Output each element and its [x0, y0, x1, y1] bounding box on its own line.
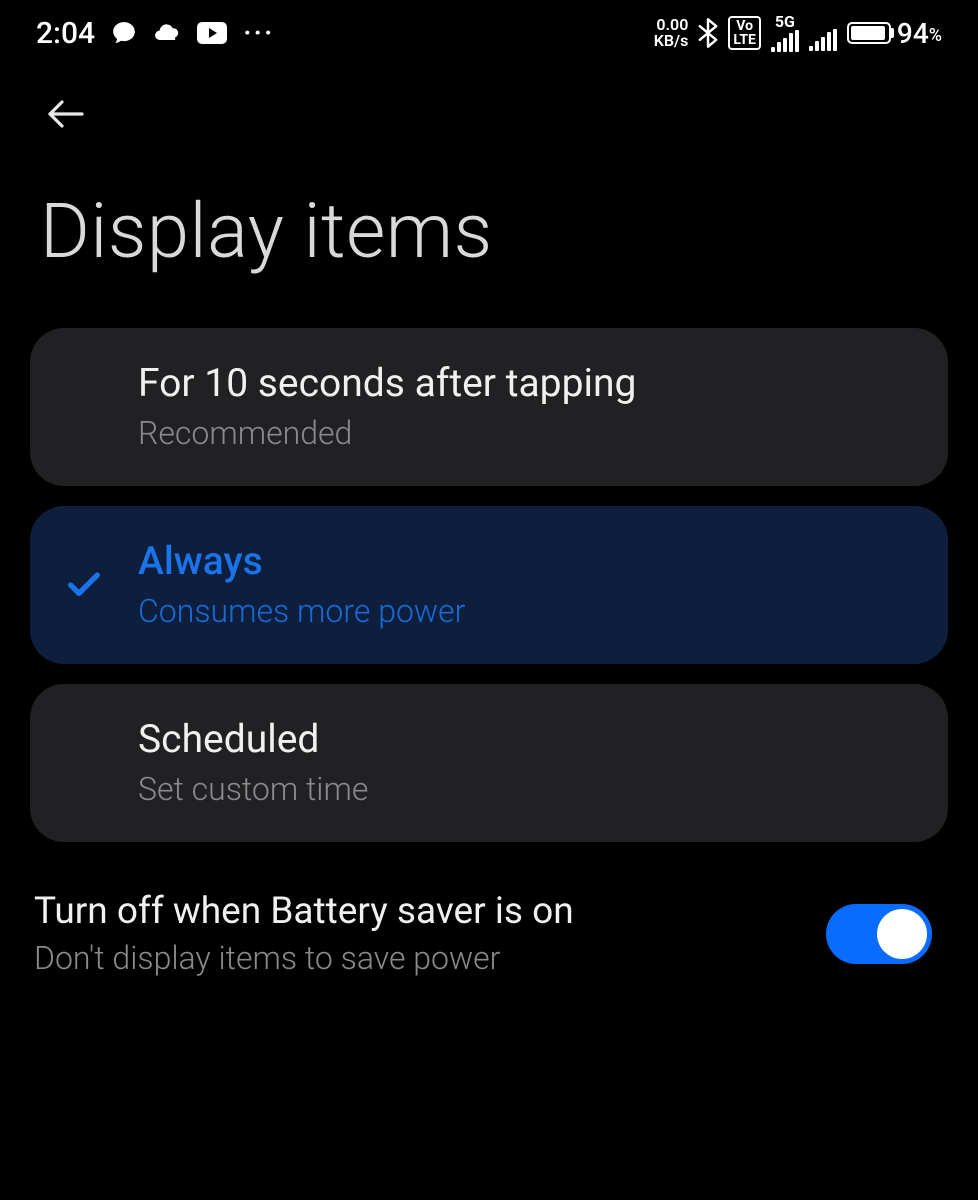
battery-fill — [851, 26, 885, 40]
bluetooth-icon — [698, 18, 718, 48]
arrow-left-icon — [42, 90, 90, 138]
percent-sign: % — [929, 25, 942, 46]
option-subtitle: Recommended — [138, 414, 914, 452]
battery-saver-row: Turn off when Battery saver is on Don't … — [0, 842, 978, 977]
battery-saver-subtitle: Don't display items to save power — [34, 939, 802, 977]
signal-bars-icon — [771, 30, 799, 52]
status-left: 2:04 ··· — [36, 16, 275, 51]
checkmark-icon — [64, 565, 104, 605]
toggle-knob — [877, 909, 927, 959]
page-title: Display items — [0, 144, 978, 328]
page-header — [0, 60, 978, 144]
status-right: 0.00 KB/s Vo LTE 5G 94% — [654, 14, 942, 52]
battery-indicator: 94% — [847, 17, 942, 50]
volte-badge: Vo LTE — [728, 16, 761, 50]
network-speed: 0.00 KB/s — [654, 17, 689, 49]
network-5g: 5G — [771, 14, 799, 52]
option-subtitle: Set custom time — [138, 770, 914, 808]
battery-saver-title: Turn off when Battery saver is on — [34, 890, 802, 933]
battery-percent-value: 94 — [897, 17, 929, 50]
option-title: For 10 seconds after tapping — [138, 360, 914, 406]
option-title: Always — [138, 538, 914, 584]
signal-bars-2-icon — [809, 29, 837, 51]
option-always[interactable]: Always Consumes more power — [30, 506, 948, 664]
battery-saver-text: Turn off when Battery saver is on Don't … — [34, 890, 802, 977]
status-time: 2:04 — [36, 16, 95, 51]
status-bar: 2:04 ··· 0.00 KB/s Vo LTE 5G 94% — [0, 0, 978, 60]
option-subtitle: Consumes more power — [138, 592, 914, 630]
battery-saver-toggle[interactable] — [826, 904, 932, 964]
more-icon: ··· — [243, 16, 275, 51]
chat-icon — [111, 20, 137, 46]
battery-percent: 94% — [897, 17, 942, 50]
options-list: For 10 seconds after tapping Recommended… — [0, 328, 978, 842]
option-title: Scheduled — [138, 716, 914, 762]
network-type-label: 5G — [775, 14, 795, 30]
back-button[interactable] — [36, 84, 96, 144]
cloud-icon — [153, 19, 181, 47]
option-10-seconds[interactable]: For 10 seconds after tapping Recommended — [30, 328, 948, 486]
battery-icon — [847, 22, 891, 44]
youtube-icon — [197, 22, 227, 44]
option-scheduled[interactable]: Scheduled Set custom time — [30, 684, 948, 842]
net-speed-unit: KB/s — [654, 33, 689, 49]
